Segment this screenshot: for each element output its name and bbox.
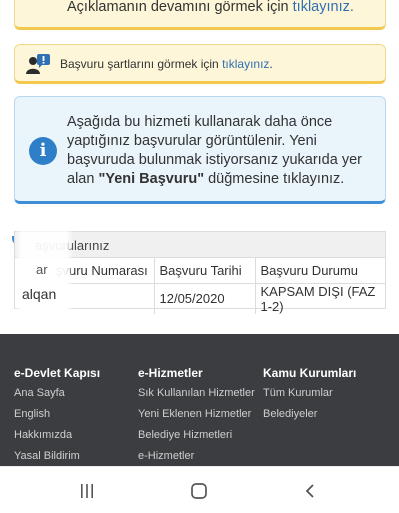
table-row[interactable]: 12/05/2020 KAPSAM DIŞI (FAZ 1-2) [51, 283, 386, 314]
footer-col-institutions: Kamu Kurumları Tüm Kurumlar Belediyeler [263, 366, 356, 429]
android-nav-bar [0, 466, 399, 513]
footer-link-municipal[interactable]: Belediye Hizmetleri [138, 429, 255, 441]
requirements-link[interactable]: tıklayınız [222, 57, 269, 71]
footer-col-title: e-Devlet Kapısı [14, 366, 101, 380]
home-icon [191, 483, 207, 499]
footer-link-legal[interactable]: Yasal Bildirim [14, 450, 100, 462]
description-notice: Açıklamanın devamını görmek için tıklayı… [14, 0, 386, 30]
recent-apps-button[interactable] [67, 479, 107, 503]
recent-apps-icon [81, 484, 93, 498]
info-box: i Aşağıda bu hizmeti kullanarak daha önc… [14, 96, 386, 204]
footer-link-eservices[interactable]: e-Hizmetler [138, 450, 255, 462]
footer-link-new[interactable]: Yeni Eklenen Hizmetler [138, 408, 255, 420]
info-icon: i [29, 137, 57, 165]
home-button[interactable] [179, 479, 219, 503]
footer-link-municipalities[interactable]: Belediyeler [263, 408, 356, 420]
overlay-text-2: alqan [22, 286, 57, 302]
applications-header: aşvurularınız [15, 232, 385, 258]
footer-col-title: Kamu Kurumları [263, 366, 357, 380]
info-text-part2: düğmesine tıklayınız. [204, 171, 345, 187]
description-notice-text: Açıklamanın devamını görmek için [67, 0, 293, 15]
cell-date: 12/05/2020 [154, 283, 256, 314]
site-footer: e-Devlet Kapısı Ana Sayfa English Hakkım… [0, 334, 399, 466]
footer-link-all-institutions[interactable]: Tüm Kurumlar [263, 387, 356, 399]
back-button[interactable] [290, 479, 330, 503]
person-alert-icon [26, 54, 50, 74]
overlay-text-1: ar [36, 262, 48, 277]
cell-status: KAPSAM DIŞI (FAZ 1-2) [260, 283, 376, 314]
column-application-date: Başvuru Tarihi [154, 258, 256, 284]
footer-link-about[interactable]: Hakkımızda [14, 429, 100, 441]
footer-col-title: e-Hizmetler [138, 366, 203, 380]
info-text-bold: "Yeni Başvuru" [98, 171, 205, 187]
description-notice-link[interactable]: tıklayınız. [293, 0, 354, 15]
footer-link-home[interactable]: Ana Sayfa [14, 387, 100, 399]
footer-col-eservices: e-Hizmetler Sık Kullanılan Hizmetler Yen… [138, 366, 255, 471]
page: Açıklamanın devamını görmek için tıklayı… [0, 0, 399, 513]
requirements-notice: Başvuru şartlarını görmek için tıklayını… [14, 44, 386, 84]
column-application-status: Başvuru Durumu [255, 258, 386, 284]
footer-link-frequent[interactable]: Sık Kullanılan Hizmetler [138, 387, 255, 399]
requirements-label: Başvuru şartlarını görmek için [60, 57, 223, 71]
footer-link-english[interactable]: English [14, 408, 100, 420]
applications-table: şvuru Numarası Başvuru Tarihi Başvuru Du… [51, 258, 386, 314]
table-header-row: şvuru Numarası Başvuru Tarihi Başvuru Du… [51, 258, 386, 284]
back-icon [305, 484, 314, 498]
info-text: Aşağıda bu hizmeti kullanarak daha önce … [67, 113, 379, 189]
requirements-notice-text: Başvuru şartlarını görmek için tıklayını… [60, 56, 273, 72]
requirements-suffix: . [269, 57, 273, 71]
footer-col-edevlet: e-Devlet Kapısı Ana Sayfa English Hakkım… [14, 366, 100, 471]
